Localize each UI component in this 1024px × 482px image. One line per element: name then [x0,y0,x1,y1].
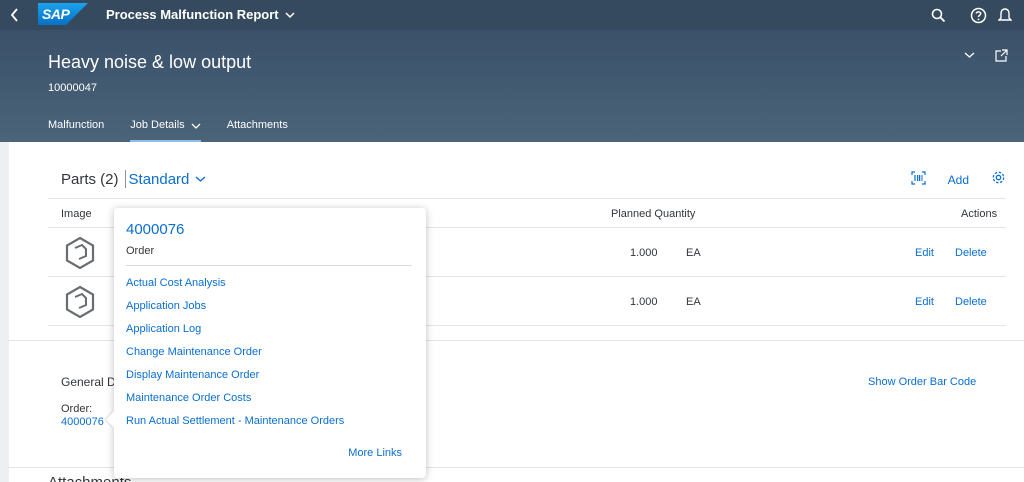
sap-logo[interactable]: SAP [38,3,88,25]
popover-subtitle: Order [126,245,155,257]
product-image [64,285,96,322]
edit-button[interactable]: Edit [915,296,934,308]
popover-link[interactable]: Actual Cost Analysis [126,277,344,300]
settings-button[interactable] [991,170,1006,190]
popover-link[interactable]: Run Actual Settlement - Maintenance Orde… [126,415,344,438]
order-link[interactable]: 4000076 [61,416,104,428]
sap-logo-text: SAP [42,6,70,22]
order-quickview-popover: 4000076 Order Actual Cost Analysis Appli… [105,208,426,478]
search-icon [931,8,945,22]
popover-link[interactable]: Maintenance Order Costs [126,392,344,415]
back-button[interactable] [0,0,30,30]
popover-link[interactable]: Display Maintenance Order [126,369,344,392]
app-title-menu[interactable]: Process Malfunction Report [106,7,295,22]
share-icon [994,48,1008,62]
variant-label: Standard [128,170,190,188]
edit-button[interactable]: Edit [915,247,934,259]
chevron-down-icon [964,52,974,58]
popover-link-list: Actual Cost Analysis Application Jobs Ap… [126,277,344,438]
delete-button[interactable]: Delete [955,247,987,259]
chevron-left-icon [10,8,18,22]
help-button[interactable] [958,0,998,30]
more-links-button[interactable]: More Links [348,447,402,459]
popover-title-link[interactable]: 4000076 [126,221,184,238]
product-image [64,236,96,273]
variant-selector[interactable]: Standard [129,171,207,188]
notification-icon [998,8,1012,21]
unit-of-measure: EA [686,247,701,259]
order-label: Order: [61,403,93,415]
app-title: Process Malfunction Report [106,7,279,22]
parts-table-title: Parts (2) [61,170,119,188]
gear-icon [992,171,1005,184]
popover-link[interactable]: Change Maintenance Order [126,346,344,369]
unit-of-measure: EA [686,296,701,308]
section-tabs: Malfunction Job Details Attachments [48,119,314,142]
column-header-planned-quantity: Planned Quantity [611,208,696,220]
share-button[interactable] [990,44,1012,66]
chevron-down-icon [191,123,201,129]
tab-label: Malfunction [48,119,105,131]
planned-quantity: 1.000 [630,296,658,308]
add-button[interactable]: Add [948,173,969,187]
tab-label: Attachments [226,119,288,131]
chevron-down-icon [285,11,295,18]
product-box-icon [65,236,95,270]
notifications-button[interactable] [998,0,1024,30]
tab-malfunction[interactable]: Malfunction [48,119,104,142]
object-header: Heavy noise & low output 10000047 Malfun… [0,30,1024,142]
collapse-header-button[interactable] [958,44,980,66]
popover-link[interactable]: Application Log [126,323,344,346]
show-order-bar-code-button[interactable]: Show Order Bar Code [868,376,976,388]
search-button[interactable] [918,0,958,30]
chevron-down-icon [195,176,206,182]
planned-quantity: 1.000 [630,247,658,259]
column-header-image: Image [61,208,92,220]
general-data-title: General D [61,375,116,389]
help-icon [970,7,986,23]
scan-barcode-button[interactable] [911,170,926,190]
tab-label: Job Details [130,119,185,131]
barcode-scan-icon [911,170,926,185]
tab-job-details[interactable]: Job Details [130,119,201,142]
shell-bar: SAP Process Malfunction Report [0,0,1024,30]
column-header-actions: Actions [961,208,998,220]
object-title: Heavy noise & low output [48,52,252,72]
object-subtitle: 10000047 [48,82,97,94]
delete-button[interactable]: Delete [955,296,987,308]
popover-divider [126,265,412,266]
title-divider [124,170,126,188]
popover-link[interactable]: Application Jobs [126,300,344,323]
tab-attachments[interactable]: Attachments [227,119,288,142]
product-box-icon [65,285,95,319]
